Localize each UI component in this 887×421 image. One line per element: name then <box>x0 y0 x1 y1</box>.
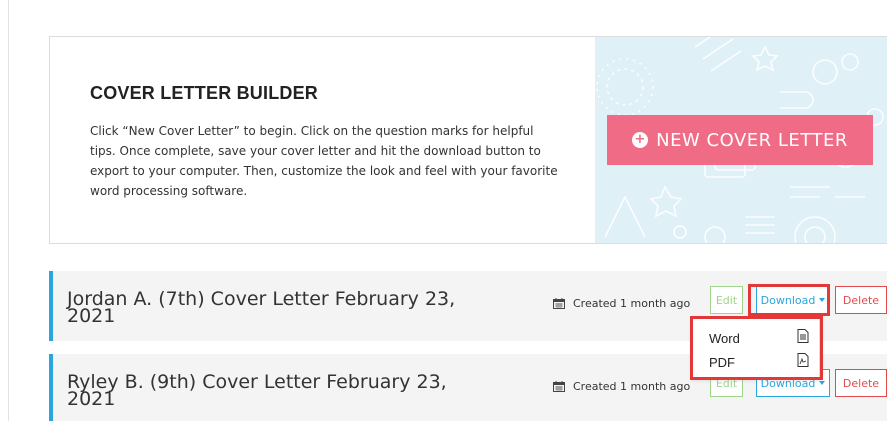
delete-button[interactable]: Delete <box>835 286 887 314</box>
dropdown-highlight-box <box>690 316 823 380</box>
cover-letter-title: Jordan A. (7th) Cover Letter February 23… <box>67 288 456 327</box>
delete-button[interactable]: Delete <box>835 369 887 397</box>
cover-letter-builder-card: COVER LETTER BUILDER Click “New Cover Le… <box>49 36 887 244</box>
edit-button[interactable]: Edit <box>710 286 743 314</box>
new-cover-letter-button[interactable]: + NEW COVER LETTER <box>607 115 873 165</box>
builder-description: Click “New Cover Letter” to begin. Click… <box>90 124 558 198</box>
calendar-icon <box>553 381 565 392</box>
created-label: Created 1 month ago <box>573 380 691 393</box>
created-label: Created 1 month ago <box>573 297 691 310</box>
caret-down-icon <box>819 381 826 385</box>
new-cover-letter-label: NEW COVER LETTER <box>656 129 848 151</box>
created-date: Created 1 month ago <box>553 380 690 393</box>
cover-letter-title: Ryley B. (9th) Cover Letter February 23,… <box>67 371 447 410</box>
created-date: Created 1 month ago <box>553 297 690 310</box>
left-divider <box>8 0 9 421</box>
download-highlight-box <box>748 284 830 316</box>
page-title: COVER LETTER BUILDER <box>90 83 319 103</box>
plus-circle-icon: + <box>632 132 649 148</box>
calendar-icon <box>553 298 565 309</box>
